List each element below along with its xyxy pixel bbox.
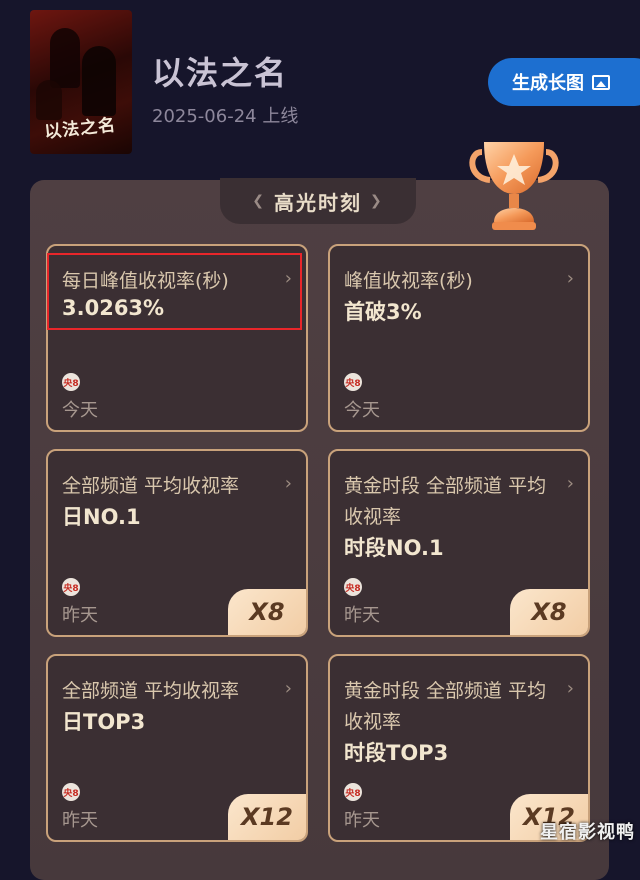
generate-button-label: 生成长图 — [512, 73, 584, 94]
card-date: 昨天 — [344, 605, 380, 626]
card-value: 日NO.1 — [62, 505, 141, 529]
chevron-right-icon: › — [284, 678, 292, 699]
multiplier-badge: X8 — [228, 589, 306, 635]
chevron-right-icon: › — [566, 473, 574, 494]
card-title: 全部频道 平均收视率 — [62, 475, 240, 497]
laurel-right-icon: ❯ — [370, 193, 384, 209]
poster-figure — [50, 28, 80, 88]
generate-long-image-button[interactable]: 生成长图 — [488, 58, 640, 106]
highlight-card[interactable]: 全部频道 平均收视率 › 日NO.1 央8 昨天 X8 — [46, 449, 308, 637]
chevron-right-icon: › — [284, 473, 292, 494]
highlight-card[interactable]: 黄金时段 全部频道 平均收视率 › 时段NO.1 央8 昨天 X8 — [328, 449, 590, 637]
release-date: 2025-06-24 上线 — [152, 106, 299, 127]
annotation-highlight-box — [47, 253, 302, 330]
card-title: 黄金时段 全部频道 平均收视率 — [344, 475, 547, 528]
card-date: 今天 — [344, 400, 380, 421]
multiplier-badge: X8 — [510, 589, 588, 635]
highlights-title: 高光时刻 — [274, 190, 362, 215]
highlight-card[interactable]: 黄金时段 全部频道 平均收视率 › 时段TOP3 央8 昨天 X12 — [328, 654, 590, 842]
cctv8-logo-icon: 央8 — [62, 373, 80, 391]
show-title: 以法之名 — [152, 54, 289, 92]
cctv8-logo-icon: 央8 — [344, 373, 362, 391]
highlight-card[interactable]: 峰值收视率(秒) › 首破3% 央8 今天 — [328, 244, 590, 432]
card-value: 首破3% — [344, 300, 422, 324]
show-poster[interactable]: 以法之名 — [30, 10, 132, 154]
cctv8-logo-icon: 央8 — [344, 578, 362, 596]
highlight-card[interactable]: 全部频道 平均收视率 › 日TOP3 央8 昨天 X12 — [46, 654, 308, 842]
card-value: 时段NO.1 — [344, 536, 444, 560]
watermark: 星宿影视鸭 — [540, 822, 635, 843]
trophy-icon — [469, 142, 559, 230]
cctv8-logo-icon: 央8 — [62, 783, 80, 801]
card-date: 今天 — [62, 400, 98, 421]
multiplier-badge: X12 — [228, 794, 306, 840]
poster-figure — [36, 80, 62, 120]
image-icon — [592, 74, 610, 90]
cctv8-logo-icon: 央8 — [344, 783, 362, 801]
cctv8-logo-icon: 央8 — [62, 578, 80, 596]
poster-figure — [82, 46, 116, 116]
card-date: 昨天 — [62, 605, 98, 626]
card-title: 峰值收视率(秒) — [344, 270, 473, 292]
card-date: 昨天 — [62, 810, 98, 831]
card-date: 昨天 — [344, 810, 380, 831]
highlights-header: ❮ 高光时刻 ❯ — [220, 178, 416, 224]
laurel-left-icon: ❮ — [252, 193, 266, 209]
card-title: 全部频道 平均收视率 — [62, 680, 240, 702]
card-title: 黄金时段 全部频道 平均收视率 — [344, 680, 547, 733]
chevron-right-icon: › — [566, 268, 574, 289]
chevron-right-icon: › — [566, 678, 574, 699]
card-value: 时段TOP3 — [344, 741, 449, 765]
card-value: 日TOP3 — [62, 710, 146, 734]
